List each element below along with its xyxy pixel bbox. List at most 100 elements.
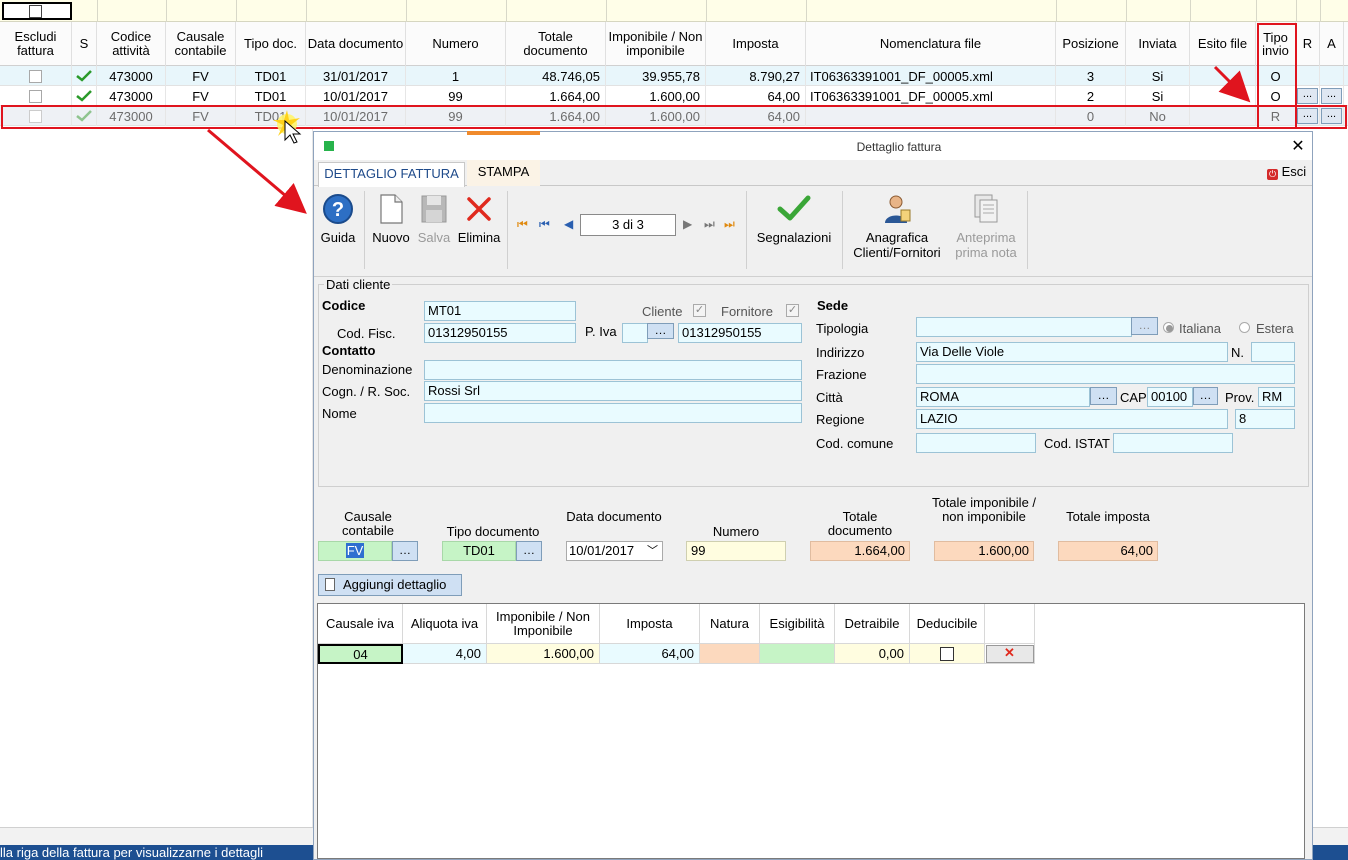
detail-col-detraibile[interactable]: Detraibile bbox=[835, 604, 910, 644]
dropdown-icon[interactable]: ﹀ bbox=[647, 542, 658, 560]
deducibile-checkbox[interactable] bbox=[940, 646, 954, 661]
cap-field[interactable]: 00100 bbox=[1147, 387, 1193, 407]
col-imposta[interactable]: Imposta bbox=[706, 22, 806, 66]
col-numero[interactable]: Numero bbox=[406, 22, 506, 66]
italiana-radio[interactable] bbox=[1163, 322, 1174, 333]
col-file[interactable]: Nomenclatura file bbox=[806, 22, 1056, 66]
denominazione-field[interactable] bbox=[424, 360, 802, 380]
n-field[interactable] bbox=[1251, 342, 1295, 362]
col-a[interactable]: A bbox=[1320, 22, 1344, 66]
segnalazioni-button[interactable]: Segnalazioni bbox=[751, 193, 837, 245]
escludi-checkbox[interactable] bbox=[29, 109, 42, 123]
indirizzo-field[interactable]: Via Delle Viole bbox=[916, 342, 1228, 362]
detail-cell-detraibile[interactable]: 0,00 bbox=[835, 644, 910, 664]
citta-field[interactable]: ROMA bbox=[916, 387, 1090, 407]
select-all-checkbox[interactable] bbox=[29, 5, 42, 18]
detail-col-imposta[interactable]: Imposta bbox=[600, 604, 700, 644]
numero-field[interactable]: 99 bbox=[686, 541, 786, 561]
col-imponibile[interactable]: Imponibile / Non imponibile bbox=[606, 22, 706, 66]
salva-button[interactable]: Salva bbox=[414, 193, 454, 245]
codistat-field[interactable] bbox=[1113, 433, 1233, 453]
delete-row-button[interactable]: ✕ bbox=[985, 644, 1034, 663]
filter-select-all[interactable] bbox=[2, 2, 72, 20]
frazione-field[interactable] bbox=[916, 364, 1295, 384]
detail-col-esigibilita[interactable]: Esigibilità bbox=[760, 604, 835, 644]
cognome-field[interactable]: Rossi Srl bbox=[424, 381, 802, 401]
detail-cell-causale[interactable]: 04 bbox=[318, 644, 403, 664]
tipologia-lookup-button[interactable]: … bbox=[1131, 317, 1158, 335]
row-a-button[interactable]: ... bbox=[1321, 88, 1342, 104]
tab-stampa[interactable]: STAMPA bbox=[467, 160, 540, 186]
row-a-button[interactable]: ... bbox=[1321, 108, 1342, 124]
detail-col-causale[interactable]: Causale iva bbox=[318, 604, 403, 644]
detail-col-imponibile[interactable]: Imponibile / Non Imponibile bbox=[487, 604, 600, 644]
anagrafica-button[interactable]: Anagrafica Clienti/Fornitori bbox=[846, 193, 948, 260]
table-row[interactable]: 473000 FV TD01 10/01/2017 99 1.664,00 1.… bbox=[0, 86, 1348, 106]
detail-cell-esigibilita[interactable] bbox=[760, 644, 835, 664]
detail-cell-aliquota[interactable]: 4,00 bbox=[403, 644, 487, 664]
col-codice[interactable]: Codice attività bbox=[97, 22, 166, 66]
record-counter-input[interactable]: 3 di 3 bbox=[580, 214, 676, 236]
col-posizione[interactable]: Posizione bbox=[1056, 22, 1126, 66]
esci-button[interactable]: ⏻ Esci bbox=[1267, 164, 1306, 180]
detail-cell-natura[interactable] bbox=[700, 644, 760, 664]
cliente-checkbox[interactable]: ✓ bbox=[693, 304, 706, 317]
elimina-button[interactable]: Elimina bbox=[455, 193, 503, 245]
guida-button[interactable]: ? Guida bbox=[318, 193, 358, 245]
fornitore-checkbox[interactable]: ✓ bbox=[786, 304, 799, 317]
detail-col-natura[interactable]: Natura bbox=[700, 604, 760, 644]
first-record-icon[interactable]: ⏮ bbox=[517, 217, 528, 232]
next-page-icon[interactable]: ⏭ bbox=[704, 217, 715, 232]
col-inviata[interactable]: Inviata bbox=[1126, 22, 1190, 66]
piva-field[interactable]: 01312950155 bbox=[678, 323, 802, 343]
col-data[interactable]: Data documento bbox=[306, 22, 406, 66]
aggiungi-dettaglio-button[interactable]: Aggiungi dettaglio bbox=[318, 574, 462, 596]
codcomune-field[interactable] bbox=[916, 433, 1036, 453]
data-doc-field[interactable]: 10/01/2017 ﹀ bbox=[566, 541, 663, 561]
prov-field[interactable]: RM bbox=[1258, 387, 1295, 407]
close-icon[interactable]: ✕ bbox=[1290, 136, 1306, 155]
nuovo-button[interactable]: Nuovo bbox=[369, 193, 413, 245]
col-tipo[interactable]: Tipo doc. bbox=[236, 22, 306, 66]
nome-field[interactable] bbox=[424, 403, 802, 423]
detail-cell-deducibile[interactable] bbox=[910, 644, 985, 664]
detail-cell-imponibile[interactable]: 1.600,00 bbox=[487, 644, 600, 664]
prev-page-icon[interactable]: ⏮ bbox=[539, 217, 550, 232]
table-row[interactable]: 473000 FV TD01 31/01/2017 1 48.746,05 39… bbox=[0, 66, 1348, 86]
tipo-doc-lookup-button[interactable]: … bbox=[516, 541, 542, 561]
escludi-checkbox[interactable] bbox=[29, 69, 42, 83]
detail-cell-imposta[interactable]: 64,00 bbox=[600, 644, 700, 664]
estera-radio[interactable] bbox=[1239, 322, 1250, 333]
row-r-button[interactable]: ... bbox=[1297, 88, 1318, 104]
regione-code-field[interactable]: 8 bbox=[1235, 409, 1295, 429]
cap-lookup-button[interactable]: … bbox=[1193, 387, 1218, 405]
next-record-icon[interactable]: ▶ bbox=[683, 217, 692, 231]
cell-codice: 473000 bbox=[97, 106, 166, 126]
col-s[interactable]: S bbox=[72, 22, 97, 66]
col-r[interactable]: R bbox=[1296, 22, 1320, 66]
regione-field[interactable]: LAZIO bbox=[916, 409, 1228, 429]
col-esito[interactable]: Esito file bbox=[1190, 22, 1256, 66]
piva-prefix-field[interactable] bbox=[622, 323, 648, 343]
prev-record-icon[interactable]: ◀ bbox=[564, 217, 573, 231]
col-tipo-invio[interactable]: Tipo invio bbox=[1256, 22, 1296, 66]
table-row-selected[interactable]: 473000 FV TD01 10/01/2017 99 1.664,00 1.… bbox=[0, 106, 1348, 126]
col-escludi[interactable]: Escludi fattura bbox=[0, 22, 72, 66]
tipologia-field[interactable] bbox=[916, 317, 1132, 337]
codice-field[interactable]: MT01 bbox=[424, 301, 576, 321]
detail-col-aliquota[interactable]: Aliquota iva bbox=[403, 604, 487, 644]
row-r-button[interactable]: ... bbox=[1297, 108, 1318, 124]
piva-lookup-button[interactable]: … bbox=[647, 323, 674, 339]
escludi-checkbox[interactable] bbox=[29, 89, 42, 103]
codfisc-field[interactable]: 01312950155 bbox=[424, 323, 576, 343]
citta-lookup-button[interactable]: … bbox=[1090, 387, 1117, 405]
anteprima-button[interactable]: Anteprima prima nota bbox=[948, 193, 1024, 260]
detail-col-deducibile[interactable]: Deducibile bbox=[910, 604, 985, 644]
causale-lookup-button[interactable]: … bbox=[392, 541, 418, 561]
causale-field[interactable]: FV bbox=[318, 541, 392, 561]
tab-dettaglio-fattura[interactable]: DETTAGLIO FATTURA bbox=[318, 162, 465, 187]
tipo-doc-field[interactable]: TD01 bbox=[442, 541, 516, 561]
col-totale[interactable]: Totale documento bbox=[506, 22, 606, 66]
col-causale[interactable]: Causale contabile bbox=[166, 22, 236, 66]
last-record-icon[interactable]: ⏭ bbox=[724, 217, 735, 232]
